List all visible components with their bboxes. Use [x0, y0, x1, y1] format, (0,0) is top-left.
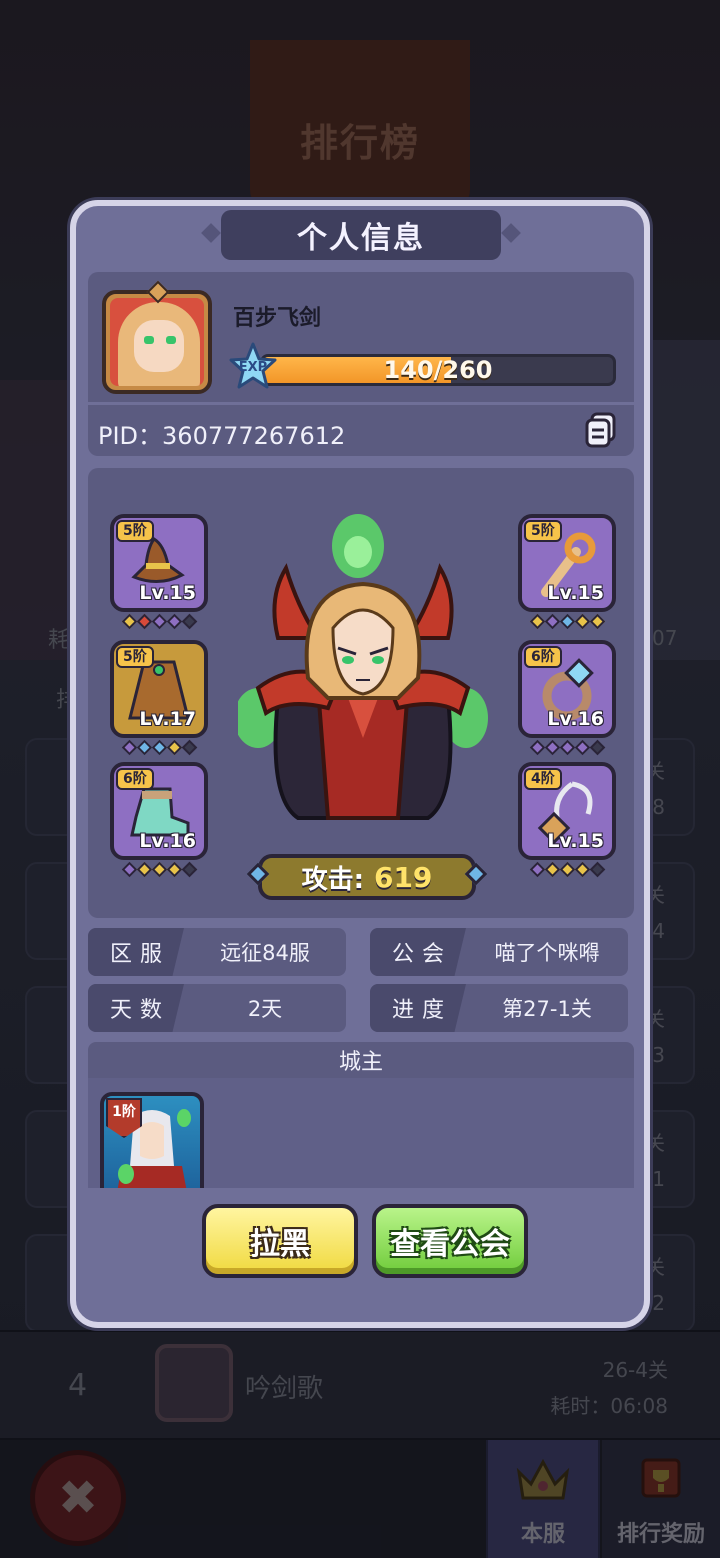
block-button[interactable]: 拉黑	[202, 1204, 358, 1278]
gem-socket	[589, 861, 605, 878]
equip-level: Lv.15	[139, 582, 196, 604]
attack-value: 619	[373, 860, 433, 894]
info-key: 天数	[88, 984, 184, 1032]
info-key: 进度	[370, 984, 466, 1032]
hero-character	[238, 514, 488, 820]
gem-socket	[559, 739, 575, 756]
equip-slot-hat[interactable]: 5阶 Lv.15	[110, 514, 208, 612]
equip-level: Lv.15	[547, 582, 604, 604]
equip-slot-staff[interactable]: 5阶 Lv.15	[518, 514, 616, 612]
exp-label: EXP	[238, 359, 268, 375]
equip-grade: 6阶	[116, 768, 154, 790]
info-value: 喵了个咪嘚	[494, 941, 600, 965]
gem-socket	[544, 739, 560, 756]
player-id: PID：360777267612	[98, 422, 346, 450]
lord-section-header: 城主	[88, 1042, 634, 1078]
equip-gem-row	[110, 613, 208, 630]
gem-socket	[151, 613, 167, 630]
profile-card: 百步飞剑 140/260 EXP PID：360777267612	[88, 272, 634, 456]
equip-gem-row	[110, 861, 208, 878]
info-value: 2天	[247, 997, 283, 1021]
player-name: 百步飞剑	[233, 306, 322, 331]
divider	[88, 402, 634, 405]
title-ornament	[501, 223, 521, 243]
lord-section: 1阶	[88, 1078, 634, 1188]
equip-gem-row	[110, 739, 208, 756]
gem-socket	[544, 613, 560, 630]
equip-grade: 5阶	[116, 520, 154, 542]
equip-level: Lv.15	[547, 830, 604, 852]
equip-level: Lv.16	[139, 830, 196, 852]
gem-socket	[574, 739, 590, 756]
gem-socket	[136, 613, 152, 630]
avatar[interactable]	[102, 290, 212, 394]
gem-socket	[121, 861, 137, 878]
info-server: 区服 远征84服	[88, 928, 346, 976]
gem-socket	[151, 739, 167, 756]
equip-level: Lv.17	[139, 708, 196, 730]
equip-grade: 5阶	[116, 646, 154, 668]
gem-socket	[151, 861, 167, 878]
gem-socket	[544, 861, 560, 878]
gem-socket	[529, 739, 545, 756]
info-guild: 公会 喵了个咪嘚	[370, 928, 628, 976]
gem-socket	[166, 861, 182, 878]
equip-slot-cloak[interactable]: 5阶 Lv.17	[110, 640, 208, 738]
attack-power: 攻击: 619	[258, 854, 476, 900]
gem-socket	[589, 613, 605, 630]
info-progress: 进度 第27-1关	[370, 984, 628, 1032]
equip-slot-amulet[interactable]: 4阶 Lv.15	[518, 762, 616, 860]
dialog-title: 个人信息	[297, 221, 425, 256]
gem-socket	[589, 739, 605, 756]
gem-socket	[121, 739, 137, 756]
equip-gem-row	[518, 739, 616, 756]
gem-socket	[559, 613, 575, 630]
equipment-panel: 5阶 Lv.15 5阶 Lv.17 6阶 Lv.16 5阶 Lv.15 6阶 L…	[88, 468, 634, 918]
gem-socket	[574, 861, 590, 878]
gem-socket	[181, 861, 197, 878]
info-days: 天数 2天	[88, 984, 346, 1032]
gem-socket	[181, 739, 197, 756]
gem-socket	[136, 861, 152, 878]
title-ornament	[201, 223, 221, 243]
equip-slot-ring[interactable]: 6阶 Lv.16	[518, 640, 616, 738]
personal-info-dialog: 个人信息 百步飞剑 140/260 EXP PID：360777267612 5…	[70, 200, 650, 1328]
gem-socket	[166, 739, 182, 756]
gem-socket	[574, 613, 590, 630]
gem-socket	[529, 613, 545, 630]
gem-socket	[121, 613, 137, 630]
gem-socket	[181, 613, 197, 630]
info-key: 公会	[370, 928, 466, 976]
exp-value: 140/260	[383, 356, 493, 384]
equip-grade: 4阶	[524, 768, 562, 790]
gem-socket	[166, 613, 182, 630]
gem-socket	[559, 861, 575, 878]
exp-bar: 140/260	[260, 354, 616, 386]
gem-socket	[529, 861, 545, 878]
equip-grade: 5阶	[524, 520, 562, 542]
info-key: 区服	[88, 928, 184, 976]
info-value: 第27-1关	[502, 997, 592, 1021]
lord-card[interactable]: 1阶	[100, 1092, 204, 1188]
dialog-title-bar: 个人信息	[221, 210, 501, 260]
equip-slot-boots[interactable]: 6阶 Lv.16	[110, 762, 208, 860]
equip-gem-row	[518, 861, 616, 878]
equip-gem-row	[518, 613, 616, 630]
equip-level: Lv.16	[547, 708, 604, 730]
gem-socket	[136, 739, 152, 756]
equip-grade: 6阶	[524, 646, 562, 668]
info-value: 远征84服	[220, 941, 310, 965]
attack-label: 攻击:	[301, 864, 364, 895]
exp-star-icon: EXP	[228, 342, 278, 392]
copy-icon[interactable]	[584, 412, 618, 448]
view-guild-button[interactable]: 查看公会	[372, 1204, 528, 1278]
